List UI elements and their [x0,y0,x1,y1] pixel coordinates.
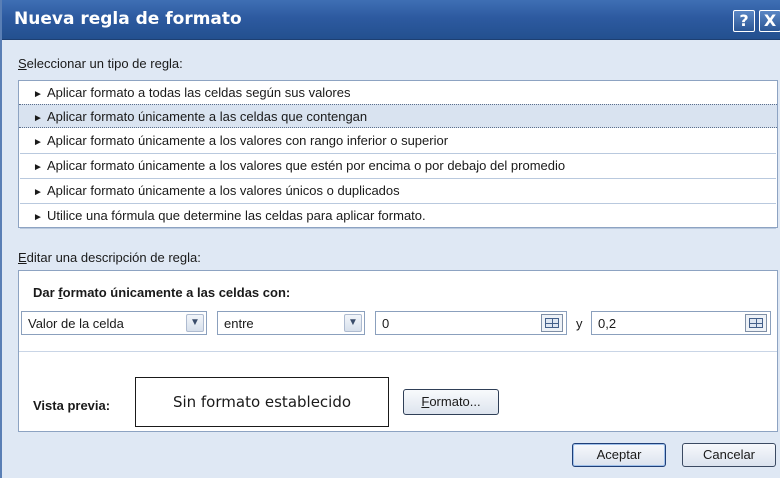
operator-value: entre [224,316,254,331]
rule-type-item-label: Aplicar formato únicamente a los valores… [47,183,400,198]
rule-type-label: Seleccionar un tipo de regla: [18,56,183,71]
condition-type-value: Valor de la celda [28,316,124,331]
divider [19,351,777,352]
arrow-right-icon: ► [33,162,43,173]
rule-description-panel: Dar formato únicamente a las celdas con:… [18,270,778,432]
rule-description-heading: Dar formato únicamente a las celdas con: [33,285,291,300]
rule-type-list[interactable]: ► Aplicar formato a todas las celdas segú… [18,80,778,229]
operator-select[interactable]: entre ▼ [217,311,365,335]
rule-type-item[interactable]: ► Aplicar formato únicamente a los valore… [19,129,777,153]
rule-type-item[interactable]: ► Aplicar formato únicamente a los valore… [19,179,777,203]
range-select-icon[interactable] [745,314,767,332]
title-bar[interactable]: Nueva regla de formato ? X [2,0,780,40]
ok-button[interactable]: Aceptar [572,443,666,467]
rule-type-item-label: Aplicar formato únicamente a los valores… [47,133,449,148]
rule-type-item-label: Utilice una fórmula que determine las ce… [47,208,426,223]
rule-description-label: Editar una descripción de regla: [18,250,201,265]
arrow-right-icon: ► [33,187,43,198]
rule-type-item[interactable]: ► Aplicar formato a todas las celdas segú… [19,81,777,105]
and-label: y [576,316,583,331]
rule-type-item-label: Aplicar formato únicamente a las celdas … [47,109,368,124]
value2-input[interactable]: 0,2 [591,311,771,335]
preview-box: Sin formato establecido [135,377,389,427]
format-button[interactable]: Formato... [403,389,499,415]
condition-type-select[interactable]: Valor de la celda ▼ [21,311,207,335]
cancel-button[interactable]: Cancelar [682,443,776,467]
arrow-right-icon: ► [33,212,43,223]
help-icon[interactable]: ? [733,10,755,32]
chevron-down-icon[interactable]: ▼ [344,314,362,332]
rule-type-item-label: Aplicar formato únicamente a los valores… [47,158,566,173]
rule-type-item-selected[interactable]: ► Aplicar formato únicamente a las celdas… [19,104,777,128]
arrow-right-icon: ► [33,113,43,124]
value2-text: 0,2 [598,316,617,331]
close-icon[interactable]: X [759,10,780,32]
arrow-right-icon: ► [33,137,43,148]
preview-label: Vista previa: [33,398,111,413]
rule-type-item-label: Aplicar formato a todas las celdas según… [47,85,351,100]
chevron-down-icon[interactable]: ▼ [186,314,204,332]
divider [20,228,776,229]
rule-type-item[interactable]: ► Utilice una fórmula que determine las c… [19,204,777,228]
value1-input[interactable]: 0 [375,311,567,335]
window-title: Nueva regla de formato [14,9,242,29]
new-format-rule-dialog: Nueva regla de formato ? X Seleccionar u… [0,0,780,478]
range-select-icon[interactable] [541,314,563,332]
value1-text: 0 [382,316,390,331]
rule-type-item[interactable]: ► Aplicar formato únicamente a los valore… [19,154,777,178]
